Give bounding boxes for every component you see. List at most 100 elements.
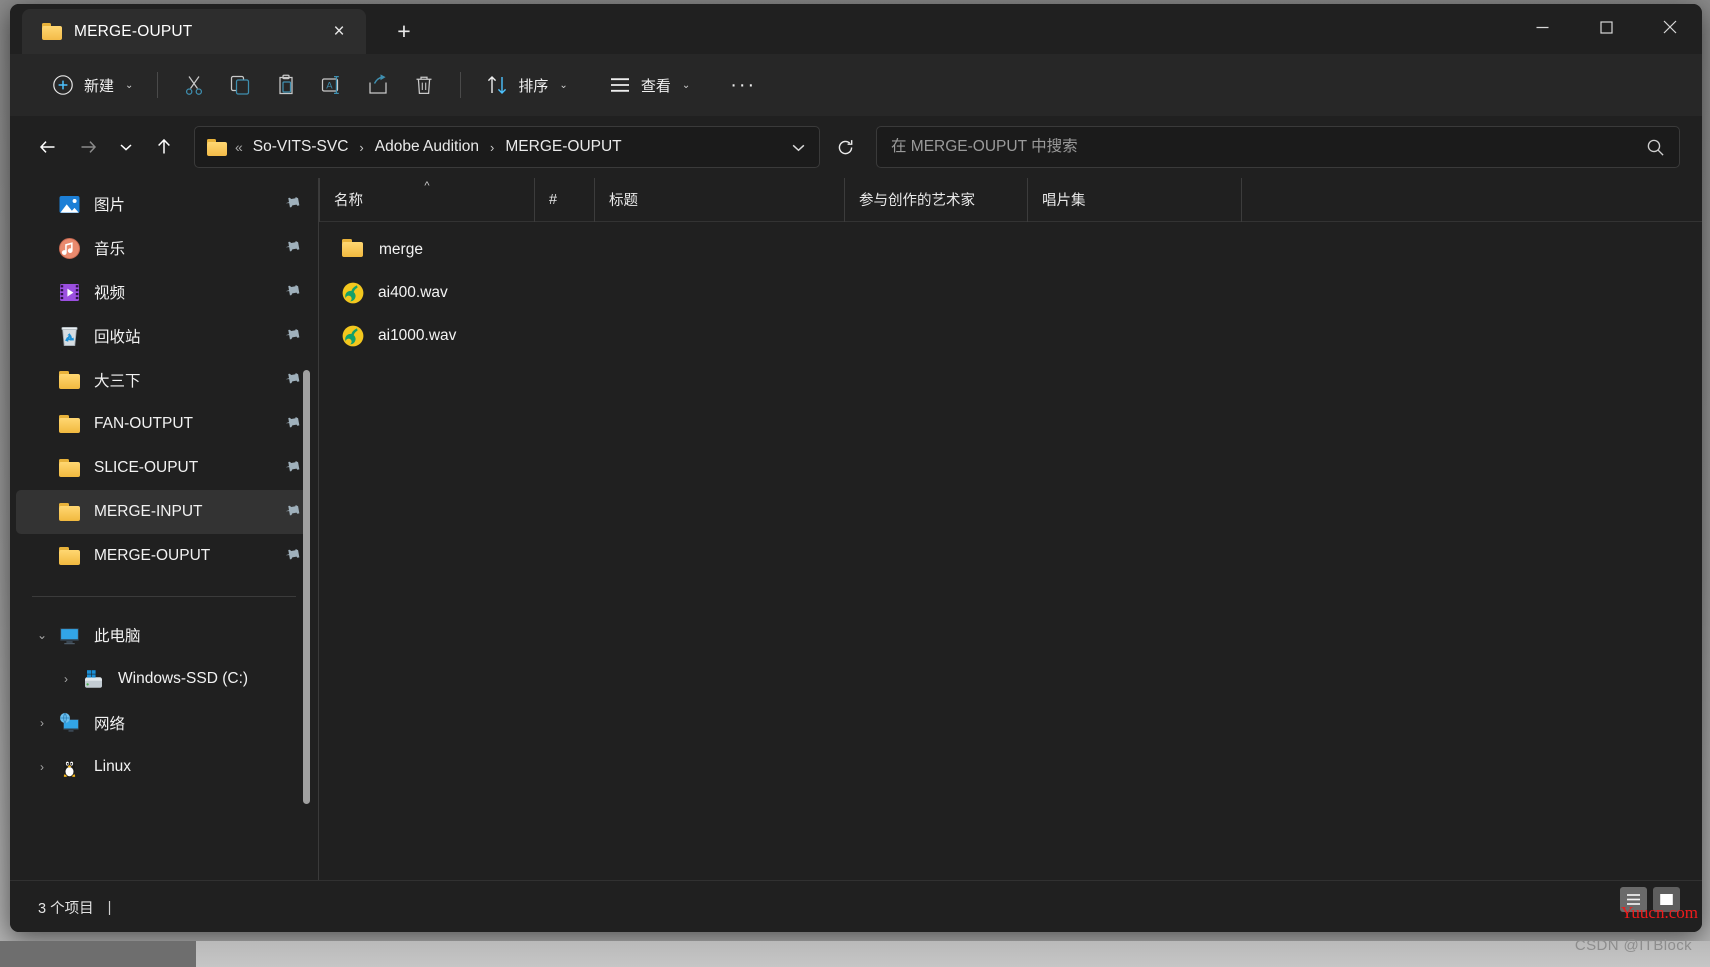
sidebar-item-pictures[interactable]: 图片 — [16, 182, 310, 226]
file-list-pane: ^ 名称 # 标题 参与创作的艺术家 唱片集 merge ai400.wav a… — [318, 177, 1702, 880]
linux-icon — [58, 756, 81, 779]
sort-button-label: 排序 — [518, 77, 549, 95]
more-options-button[interactable]: ··· — [721, 66, 765, 104]
sidebar-item-label: Windows-SSD (C:) — [118, 670, 249, 687]
sidebar-item-music[interactable]: 音乐 — [16, 226, 310, 270]
close-icon[interactable]: × — [324, 17, 354, 47]
share-button[interactable] — [355, 66, 401, 104]
wav-audio-icon — [341, 324, 365, 348]
breadcrumb-item-2[interactable]: MERGE-OUPUT — [503, 135, 623, 159]
new-button-label: 新建 — [84, 77, 115, 95]
breadcrumb-overflow-icon[interactable]: « — [235, 139, 243, 155]
taskbar-strip — [0, 941, 1710, 967]
folder-icon — [58, 457, 81, 480]
chevron-right-icon[interactable]: › — [56, 657, 76, 701]
sidebar-item-videos[interactable]: 视频 — [16, 270, 310, 314]
sidebar-item-label: 此电脑 — [94, 628, 141, 645]
sidebar-item-label: MERGE-OUPUT — [94, 547, 211, 564]
view-button[interactable]: 查看 ⌄ — [597, 66, 701, 104]
paste-button[interactable] — [263, 66, 309, 104]
sidebar-scrollbar-thumb[interactable] — [303, 370, 310, 804]
sort-icon — [485, 73, 509, 97]
sidebar-item-merge-input[interactable]: MERGE-INPUT — [16, 490, 310, 534]
toolbar-divider — [157, 72, 159, 98]
new-tab-button[interactable]: + — [388, 16, 420, 46]
address-dropdown-button[interactable] — [781, 130, 815, 164]
minimize-button[interactable] — [1510, 4, 1574, 50]
this-pc-icon — [58, 624, 81, 647]
table-row[interactable]: ai400.wav — [327, 271, 1694, 314]
column-header-title[interactable]: 标题 — [595, 177, 845, 222]
pin-icon[interactable] — [281, 368, 304, 391]
delete-button[interactable] — [401, 66, 447, 104]
plus-circle-icon — [51, 73, 75, 97]
search-box[interactable] — [876, 126, 1680, 168]
view-button-label: 查看 — [640, 77, 671, 95]
rename-button[interactable]: A — [309, 66, 355, 104]
pin-icon[interactable] — [281, 192, 304, 215]
paste-icon — [274, 73, 298, 97]
cut-button[interactable] — [171, 66, 217, 104]
explorer-body: 图片 音乐 视频 回收站 大三下 FAN-OUTPUT SLICE-OUPUT … — [10, 177, 1702, 880]
share-icon — [366, 73, 390, 97]
sidebar-item-slice-ouput[interactable]: SLICE-OUPUT — [16, 446, 310, 490]
column-header-label: 参与创作的艺术家 — [859, 193, 975, 209]
sidebar-item-linux[interactable]: › Linux — [16, 745, 310, 789]
cut-icon — [182, 73, 206, 97]
tab-label: MERGE-OUPUT — [74, 22, 193, 40]
pin-icon[interactable] — [281, 544, 304, 567]
sidebar-item-label: 网络 — [94, 716, 126, 733]
table-row[interactable]: ai1000.wav — [327, 314, 1694, 357]
forward-button[interactable] — [68, 129, 108, 165]
column-header-name[interactable]: ^ 名称 — [319, 177, 535, 222]
folder-icon — [207, 138, 227, 156]
folder-icon — [42, 23, 62, 40]
pin-icon[interactable] — [281, 280, 304, 303]
tab-merge-ouput[interactable]: MERGE-OUPUT × — [22, 9, 366, 54]
pin-icon[interactable] — [281, 324, 304, 347]
sidebar-item-label: 图片 — [94, 197, 126, 214]
pin-icon[interactable] — [281, 412, 304, 435]
column-header-artists[interactable]: 参与创作的艺术家 — [845, 177, 1028, 222]
close-button[interactable] — [1638, 4, 1702, 50]
column-header-album[interactable]: 唱片集 — [1028, 177, 1242, 222]
chevron-right-icon[interactable]: › — [32, 701, 52, 745]
sort-button[interactable]: 排序 ⌄ — [474, 66, 578, 104]
taskbar-left-segment — [0, 941, 196, 967]
sidebar-item-daisanxia[interactable]: 大三下 — [16, 358, 310, 402]
column-header-label: # — [549, 191, 558, 208]
sidebar-item-network[interactable]: › 网络 — [16, 701, 310, 745]
chevron-right-icon: › — [490, 139, 495, 155]
sidebar-scrollbar[interactable] — [303, 178, 313, 880]
sidebar-item-merge-ouput[interactable]: MERGE-OUPUT — [16, 534, 310, 578]
copy-button[interactable] — [217, 66, 263, 104]
breadcrumb-item-1[interactable]: Adobe Audition — [373, 135, 481, 159]
recent-locations-button[interactable] — [108, 129, 144, 165]
refresh-button[interactable] — [824, 126, 866, 168]
search-input[interactable] — [891, 138, 1646, 156]
pin-icon[interactable] — [281, 236, 304, 259]
toolbar-divider-2 — [460, 72, 462, 98]
chevron-down-icon[interactable]: ⌄ — [32, 613, 52, 657]
up-button[interactable] — [144, 129, 184, 165]
file-name-label: ai1000.wav — [378, 326, 457, 344]
pin-icon[interactable] — [281, 456, 304, 479]
maximize-button[interactable] — [1574, 4, 1638, 50]
address-bar[interactable]: « So-VITS-SVC › Adobe Audition › MERGE-O… — [194, 126, 820, 168]
new-button[interactable]: 新建 ⌄ — [40, 66, 144, 104]
column-header-number[interactable]: # — [535, 177, 595, 222]
sidebar-item-windows-ssd-c[interactable]: › Windows-SSD (C:) — [16, 657, 310, 701]
tab-strip: MERGE-OUPUT × + — [10, 4, 1702, 54]
back-button[interactable] — [28, 129, 68, 165]
file-list[interactable]: merge ai400.wav ai1000.wav — [319, 222, 1702, 880]
search-icon[interactable] — [1646, 138, 1665, 157]
table-row[interactable]: merge — [327, 228, 1694, 271]
sidebar-item-label: SLICE-OUPUT — [94, 459, 199, 476]
sidebar-item-label: FAN-OUTPUT — [94, 415, 194, 432]
sidebar-item-recycle-bin[interactable]: 回收站 — [16, 314, 310, 358]
chevron-right-icon[interactable]: › — [32, 745, 52, 789]
pin-icon[interactable] — [281, 500, 304, 523]
sidebar-item-fan-output[interactable]: FAN-OUTPUT — [16, 402, 310, 446]
sidebar-item-this-pc[interactable]: ⌄ 此电脑 — [16, 613, 310, 657]
breadcrumb-item-0[interactable]: So-VITS-SVC — [251, 135, 351, 159]
